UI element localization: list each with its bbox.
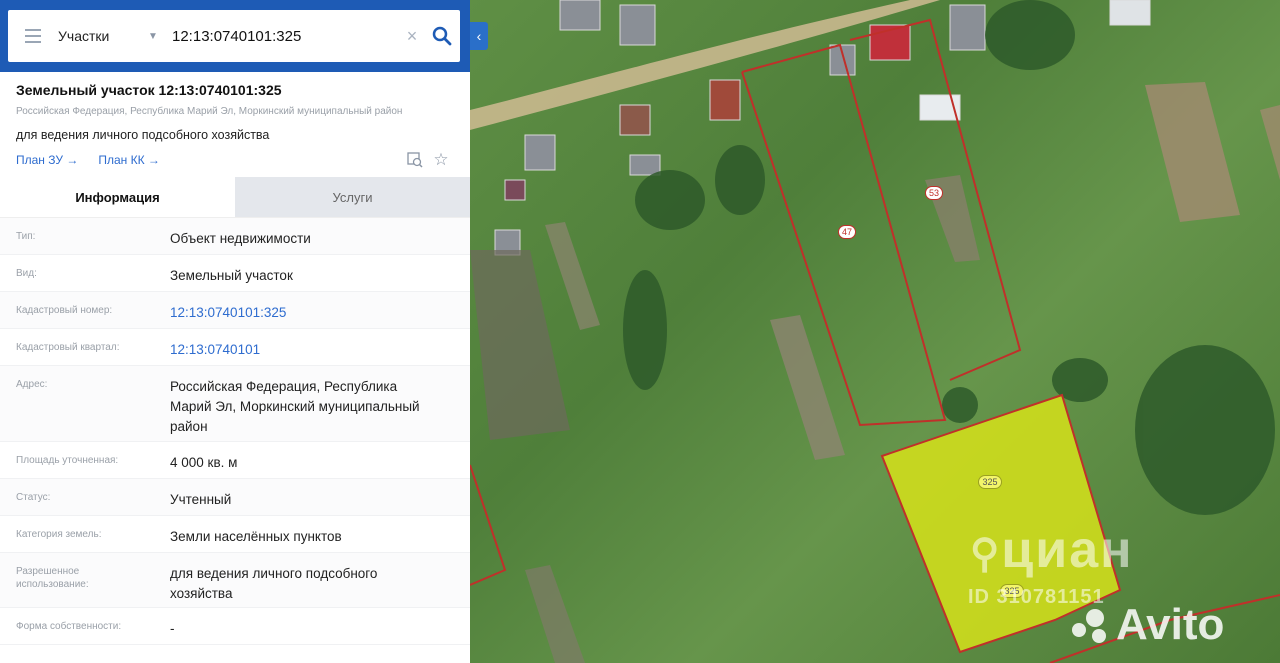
attr-value: 4 000 кв. м: [170, 455, 238, 470]
attr-label: Адрес:: [16, 379, 48, 390]
attr-row-address: Адрес: Российская Федерация, Республика …: [0, 366, 470, 442]
attr-label: Разрешенное использование:: [16, 566, 89, 590]
info-panel: Участки ▼ 12:13:0740101:325 × Земельный …: [0, 0, 470, 663]
attr-label: Категория земель:: [16, 529, 102, 540]
cian-watermark: ⚲циан: [970, 521, 1134, 579]
attr-label: Тип:: [16, 231, 36, 242]
collapse-panel-button[interactable]: ‹: [470, 22, 488, 50]
attr-row-cadastral-quarter: Кадастровый квартал: 12:13:0740101: [0, 329, 470, 366]
attr-row-kind: Вид: Земельный участок: [0, 255, 470, 292]
search-input[interactable]: 12:13:0740101:325: [172, 28, 400, 45]
attr-value: Земли населённых пунктов: [170, 529, 342, 544]
object-header: Земельный участок 12:13:0740101:325 Росс…: [0, 72, 470, 169]
attr-label: Кадастровый квартал:: [16, 342, 120, 353]
attr-value: Российская Федерация, Республика Марий Э…: [170, 379, 420, 434]
attr-row-area: Площадь уточненная: 4 000 кв. м: [0, 442, 470, 479]
attr-value: Учтенный: [170, 492, 232, 507]
attr-value: для ведения личного подсобного хозяйства: [170, 566, 378, 601]
avito-watermark: Avito: [1070, 600, 1224, 650]
layer-select[interactable]: Участки: [58, 28, 148, 44]
parcel-label-47: 47: [838, 225, 856, 239]
plan-zu-link[interactable]: План ЗУ →: [16, 153, 78, 167]
attr-label: Кадастровый номер:: [16, 305, 113, 316]
tab-services[interactable]: Услуги: [235, 177, 470, 217]
object-address: Российская Федерация, Республика Марий Э…: [16, 106, 403, 117]
attr-value: Объект недвижимости: [170, 231, 311, 246]
attr-row-land-category: Категория земель: Земли населённых пункт…: [0, 516, 470, 553]
satellite-map[interactable]: 53 47 325 325 ⚲циан ID 310781151 Avito: [470, 0, 1280, 663]
attr-row-cadastral-number: Кадастровый номер: 12:13:0740101:325: [0, 292, 470, 329]
attr-value: -: [170, 621, 175, 636]
parcel-label-325: 325: [978, 475, 1002, 489]
cadastral-quarter-link[interactable]: 12:13:0740101: [170, 329, 470, 365]
attr-label: Статус:: [16, 492, 51, 503]
cadastral-number-link[interactable]: 12:13:0740101:325: [170, 292, 470, 328]
attr-row-type: Тип: Объект недвижимости: [0, 218, 470, 255]
plan-kk-link[interactable]: План КК →: [98, 153, 160, 167]
search-box: Участки ▼ 12:13:0740101:325 ×: [8, 10, 460, 62]
attr-value: Земельный участок: [170, 268, 293, 283]
star-icon[interactable]: ☆: [428, 150, 454, 170]
road: [470, 0, 940, 130]
zoom-to-object-icon[interactable]: [402, 152, 428, 168]
chevron-down-icon[interactable]: ▼: [148, 31, 166, 42]
attr-label: Площадь уточненная:: [16, 455, 119, 466]
search-icon[interactable]: [424, 26, 460, 46]
plan-links: План ЗУ → План КК → ☆: [16, 150, 454, 170]
attr-label: Форма собственности:: [16, 621, 122, 632]
location-pin-icon: ⚲: [970, 532, 1002, 576]
search-bar-container: Участки ▼ 12:13:0740101:325 ×: [0, 0, 470, 72]
avito-logo-icon: [1070, 607, 1116, 647]
attr-row-permitted-use: Разрешенное использование: для ведения л…: [0, 553, 470, 608]
tab-information[interactable]: Информация: [0, 177, 235, 217]
tab-bar: Информация Услуги: [0, 177, 470, 217]
object-purpose: для ведения личного подсобного хозяйства: [16, 128, 270, 142]
map-canvas: [470, 0, 1280, 663]
clear-icon[interactable]: ×: [400, 26, 424, 47]
attr-label: Вид:: [16, 268, 37, 279]
attr-row-ownership: Форма собственности: -: [0, 608, 470, 645]
object-title: Земельный участок 12:13:0740101:325: [16, 82, 282, 98]
chevron-left-icon: ‹: [476, 28, 482, 44]
parcel-label-53: 53: [925, 186, 943, 200]
attr-row-status: Статус: Учтенный: [0, 479, 470, 516]
attributes-table: Тип: Объект недвижимости Вид: Земельный …: [0, 217, 470, 645]
menu-icon[interactable]: [8, 10, 58, 62]
